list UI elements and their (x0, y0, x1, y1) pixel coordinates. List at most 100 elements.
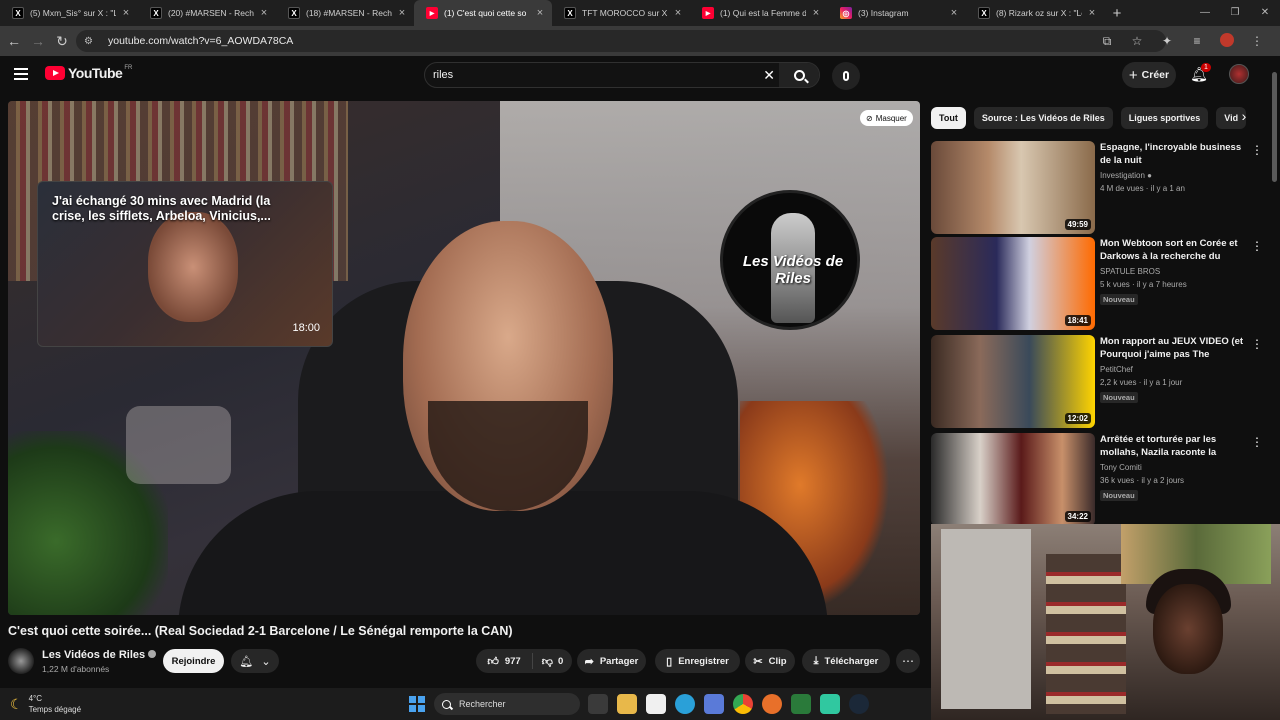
browser-tab[interactable]: X(18) #MARSEN - Recherch× (276, 0, 414, 26)
new-tab-button[interactable]: + (1104, 5, 1130, 22)
clip-button[interactable]: ✂ Clip (745, 649, 795, 673)
profile-icon[interactable] (1212, 32, 1242, 50)
video-title: C'est quoi cette soirée... (Real Socieda… (8, 624, 513, 638)
close-tab-icon[interactable]: × (810, 7, 822, 19)
app-icon[interactable] (820, 694, 840, 714)
endcard-video[interactable]: J'ai échangé 30 mins avec Madrid (la cri… (37, 181, 333, 347)
page-scrollbar[interactable] (1271, 60, 1278, 540)
notifications-button[interactable]: 🔔︎ 1 (1190, 63, 1211, 84)
app-icon[interactable] (791, 694, 811, 714)
close-tab-icon[interactable]: × (672, 7, 684, 19)
file-explorer-icon[interactable] (617, 694, 637, 714)
recommended-video[interactable]: 49:59 Espagne, l'incroyable business de … (931, 141, 1271, 234)
search-input[interactable]: riles ✕ (424, 62, 820, 88)
channel-name[interactable]: Les Vidéos de Riles (42, 649, 157, 661)
x-icon: X (12, 7, 24, 19)
close-tab-icon[interactable]: × (120, 7, 132, 19)
save-button[interactable]: ▯ Enregistrer (655, 649, 740, 673)
sidebar-icon[interactable]: ≡ (1182, 34, 1212, 48)
browser-tab[interactable]: ◎ (3) Instagram × (828, 0, 966, 26)
forward-icon[interactable]: → (26, 33, 50, 49)
youtube-logo[interactable]: YouTube FR (45, 65, 132, 81)
chip-source[interactable]: Source : Les Vidéos de Riles (973, 107, 1113, 129)
reload-icon[interactable]: ↻ (50, 33, 74, 50)
browser-tab[interactable]: X(8) Rizark oz sur X : "Le S× (966, 0, 1104, 26)
chrome-icon[interactable] (733, 694, 753, 714)
recommended-video[interactable]: 18:41 Mon Webtoon sort en Corée et Darko… (931, 237, 1271, 330)
back-icon[interactable]: ← (2, 33, 26, 49)
cast-icon[interactable]: ⧉ (1092, 34, 1122, 49)
steam-icon[interactable] (849, 694, 869, 714)
more-options-icon[interactable]: ⋮ (1251, 435, 1263, 449)
weather-widget[interactable]: ☾ 4°C Temps dégagé (10, 693, 81, 715)
maximize-icon[interactable]: ❐ (1220, 0, 1250, 26)
close-window-icon[interactable]: ✕ (1250, 0, 1280, 26)
store-icon[interactable] (704, 694, 724, 714)
video-thumbnail[interactable]: 12:02 (931, 335, 1095, 428)
dislike-button[interactable]: 👎︎ 0 (533, 655, 572, 668)
edge-icon[interactable] (675, 694, 695, 714)
more-options-icon[interactable]: ⋮ (1251, 143, 1263, 157)
search-query: riles (433, 69, 454, 81)
video-thumbnail[interactable]: 34:22 (931, 433, 1095, 526)
subscriber-count: 1,22 M d'abonnés (42, 664, 110, 674)
browser-tab[interactable]: X(20) #MARSEN - Recherch× (138, 0, 276, 26)
download-button[interactable]: ⤓ Télécharger (802, 649, 890, 673)
browser-tab-active[interactable]: ▶ (1) C'est quoi cette so × (414, 0, 552, 26)
close-tab-icon[interactable]: × (534, 7, 546, 19)
channel-avatar[interactable] (8, 648, 34, 674)
x-icon: X (150, 7, 162, 19)
minimize-icon[interactable]: — (1190, 0, 1220, 26)
more-options-icon[interactable]: ⋮ (1251, 337, 1263, 351)
webcam-door (941, 529, 1031, 709)
verified-icon (148, 650, 157, 658)
close-tab-icon[interactable]: × (948, 7, 960, 19)
more-options-icon[interactable]: ⋮ (1251, 239, 1263, 253)
browser-tab-strip: X(5) Mxm_Sis° sur X : "L'ar× X(20) #MARS… (0, 0, 1280, 26)
taskbar-apps (588, 694, 869, 714)
clear-search-icon[interactable]: ✕ (763, 67, 775, 84)
taskbar-search[interactable]: Rechercher (434, 693, 580, 715)
chip-all[interactable]: Tout (931, 107, 966, 129)
like-button[interactable]: 👍︎ 977 (476, 653, 533, 669)
search-button[interactable] (779, 63, 819, 87)
create-button[interactable]: + Créer (1122, 62, 1176, 88)
chevron-right-icon[interactable]: › (1234, 108, 1254, 128)
endcard-channel-subscribe[interactable]: Les Vidéos de Riles (720, 190, 860, 330)
browser-menu-icon[interactable]: ⋮ (1242, 34, 1272, 48)
recommended-video[interactable]: 12:02 Mon rapport au JEUX VIDEO (et Pour… (931, 335, 1271, 428)
bookmark-star-icon[interactable]: ☆ (1122, 34, 1152, 48)
close-tab-icon[interactable]: × (396, 7, 408, 19)
account-avatar[interactable] (1229, 64, 1249, 84)
video-player[interactable]: ⊘ Masquer J'ai échangé 30 mins avec Madri… (8, 101, 920, 615)
scrollbar-thumb[interactable] (1272, 72, 1277, 182)
document-icon[interactable] (646, 694, 666, 714)
menu-icon[interactable] (14, 68, 28, 80)
scissors-icon: ✂ (753, 655, 763, 668)
extensions-icon[interactable]: ✦ (1152, 34, 1182, 48)
windows-start-icon[interactable] (409, 696, 425, 712)
thumbs-up-icon: 👍︎ (487, 655, 499, 668)
join-button[interactable]: Rejoindre (163, 649, 224, 673)
task-view-icon[interactable] (588, 694, 608, 714)
video-thumbnail[interactable]: 49:59 (931, 141, 1095, 234)
new-badge: Nouveau (1100, 392, 1138, 403)
url-field[interactable]: ⚙ youtube.com/watch?v=6_AOWDA78CA (76, 30, 1166, 52)
subscription-bell-button[interactable]: 🔔︎ ⌄ (231, 649, 279, 673)
site-info-icon[interactable]: ⚙ (84, 36, 98, 47)
share-button[interactable]: ➦ Partager (577, 649, 646, 673)
voice-search-button[interactable] (832, 62, 860, 90)
chip-sports[interactable]: Ligues sportives (1120, 107, 1209, 129)
browser-tab[interactable]: X TFT MOROCCO sur X : × (552, 0, 690, 26)
video-thumbnail[interactable]: 18:41 (931, 237, 1095, 330)
address-bar: ← → ↻ ⚙ youtube.com/watch?v=6_AOWDA78CA … (0, 26, 1280, 56)
youtube-play-icon (45, 66, 65, 80)
browser-tab[interactable]: ▶(1) Qui est la Femme de S× (690, 0, 828, 26)
close-tab-icon[interactable]: × (258, 7, 270, 19)
firefox-icon[interactable] (762, 694, 782, 714)
close-tab-icon[interactable]: × (1086, 7, 1098, 19)
more-actions-icon[interactable]: ⋯ (896, 649, 920, 673)
hide-endcards-button[interactable]: ⊘ Masquer (860, 110, 913, 126)
recommended-video[interactable]: 34:22 Arrêtée et torturée par les mollah… (931, 433, 1271, 526)
browser-tab[interactable]: X(5) Mxm_Sis° sur X : "L'ar× (0, 0, 138, 26)
